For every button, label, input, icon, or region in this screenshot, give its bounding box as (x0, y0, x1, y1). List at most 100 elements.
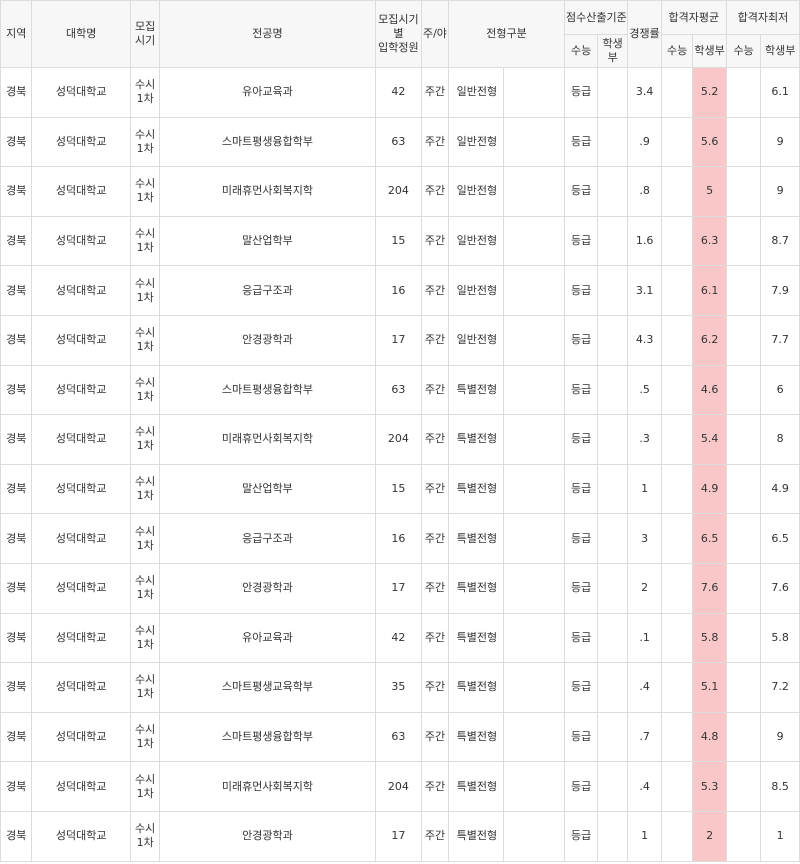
cell-min-record: 7.6 (760, 562, 800, 614)
table-row: 경북 성덕대학교 수시 1차 안경광학과 17 주간 일반전형 등급 4.3 6… (0, 314, 800, 366)
cell-period: 수시 1차 (129, 265, 161, 316)
cell-basis-record (596, 612, 629, 664)
cell-university: 성덕대학교 (31, 562, 131, 614)
cell-competition: 3.4 (627, 67, 662, 118)
cell-basis-record (596, 562, 629, 614)
cell-competition: .1 (627, 612, 662, 664)
cell-min-record: 5.8 (760, 612, 800, 664)
cell-avg-suneung (660, 116, 694, 168)
cell-min-suneung (725, 711, 762, 763)
cell-competition: 1.6 (627, 215, 662, 267)
cell-avg-suneung (660, 314, 694, 366)
cell-avg-record: 4.8 (692, 711, 727, 763)
cell-region: 경북 (0, 166, 33, 217)
cell-min-suneung (725, 116, 762, 168)
table-row: 경북 성덕대학교 수시 1차 말산업학부 15 주간 특별전형 등급 1 4.9… (0, 463, 800, 515)
cell-university: 성덕대학교 (31, 166, 131, 217)
cell-empty (503, 711, 566, 763)
cell-min-suneung (725, 612, 762, 664)
cell-region: 경북 (0, 761, 33, 812)
cell-university: 성덕대학교 (31, 215, 131, 267)
cell-daynight: 주간 (421, 761, 449, 812)
cell-avg-suneung (660, 414, 694, 465)
cell-university: 성덕대학교 (31, 116, 131, 168)
cell-competition: .8 (627, 166, 662, 217)
cell-period: 수시 1차 (129, 215, 161, 267)
cell-avg-suneung (660, 265, 694, 316)
cell-empty (503, 562, 566, 614)
cell-min-record: 9 (760, 711, 800, 763)
cell-avg-suneung (660, 166, 694, 217)
cell-region: 경북 (0, 364, 33, 416)
cell-period: 수시 1차 (129, 463, 161, 515)
cell-basis-record (596, 67, 629, 118)
cell-region: 경북 (0, 265, 33, 316)
cell-avg-record: 4.6 (692, 364, 727, 416)
cell-empty (503, 166, 566, 217)
cell-major: 안경광학과 (159, 314, 376, 366)
cell-admission: 특별전형 (447, 711, 505, 763)
cell-avg-record: 5.6 (692, 116, 727, 168)
cell-basis-record (596, 314, 629, 366)
cell-quota: 204 (374, 166, 423, 217)
cell-daynight: 주간 (421, 67, 449, 118)
cell-basis-suneung: 등급 (564, 116, 598, 168)
cell-avg-record: 7.6 (692, 562, 727, 614)
cell-major: 스마트평생교육학부 (159, 662, 376, 713)
cell-major: 스마트평생융합학부 (159, 711, 376, 763)
header-avg-record: 학생부 (692, 34, 727, 68)
cell-min-record: 6.5 (760, 513, 800, 564)
cell-major: 말산업학부 (159, 215, 376, 267)
cell-major: 응급구조과 (159, 265, 376, 316)
cell-university: 성덕대학교 (31, 662, 131, 713)
cell-basis-suneung: 등급 (564, 761, 598, 812)
header-basis-suneung: 수능 (564, 34, 598, 68)
cell-basis-suneung: 등급 (564, 265, 598, 316)
cell-region: 경북 (0, 662, 33, 713)
cell-basis-suneung: 등급 (564, 562, 598, 614)
cell-empty (503, 116, 566, 168)
cell-university: 성덕대학교 (31, 711, 131, 763)
cell-min-record: 9 (760, 116, 800, 168)
cell-min-record: 7.7 (760, 314, 800, 366)
cell-avg-record: 6.2 (692, 314, 727, 366)
cell-quota: 35 (374, 662, 423, 713)
cell-basis-record (596, 513, 629, 564)
cell-basis-suneung: 등급 (564, 364, 598, 416)
header-avg-suneung: 수능 (660, 34, 694, 68)
cell-avg-suneung (660, 810, 694, 862)
cell-avg-record: 5.2 (692, 67, 727, 118)
cell-basis-suneung: 등급 (564, 67, 598, 118)
cell-avg-suneung (660, 215, 694, 267)
cell-quota: 63 (374, 116, 423, 168)
cell-empty (503, 364, 566, 416)
header-major: 전공명 (159, 0, 376, 68)
table-row: 경북 성덕대학교 수시 1차 스마트평생융합학부 63 주간 일반전형 등급 .… (0, 116, 800, 168)
cell-admission: 특별전형 (447, 364, 505, 416)
cell-period: 수시 1차 (129, 166, 161, 217)
cell-empty (503, 67, 566, 118)
table-row: 경북 성덕대학교 수시 1차 유아교육과 42 주간 특별전형 등급 .1 5.… (0, 612, 800, 664)
cell-avg-record: 6.5 (692, 513, 727, 564)
cell-competition: .9 (627, 116, 662, 168)
cell-daynight: 주간 (421, 463, 449, 515)
cell-period: 수시 1차 (129, 67, 161, 118)
cell-quota: 42 (374, 612, 423, 664)
cell-empty (503, 215, 566, 267)
cell-daynight: 주간 (421, 562, 449, 614)
cell-period: 수시 1차 (129, 414, 161, 465)
cell-admission: 일반전형 (447, 314, 505, 366)
cell-quota: 204 (374, 414, 423, 465)
cell-min-suneung (725, 810, 762, 862)
cell-basis-record (596, 166, 629, 217)
cell-admission: 특별전형 (447, 810, 505, 862)
cell-quota: 63 (374, 711, 423, 763)
cell-daynight: 주간 (421, 314, 449, 366)
cell-daynight: 주간 (421, 364, 449, 416)
table-row: 경북 성덕대학교 수시 1차 미래휴먼사회복지학 204 주간 특별전형 등급 … (0, 414, 800, 465)
cell-period: 수시 1차 (129, 364, 161, 416)
cell-admission: 특별전형 (447, 414, 505, 465)
cell-university: 성덕대학교 (31, 414, 131, 465)
cell-min-record: 8 (760, 414, 800, 465)
cell-quota: 17 (374, 562, 423, 614)
